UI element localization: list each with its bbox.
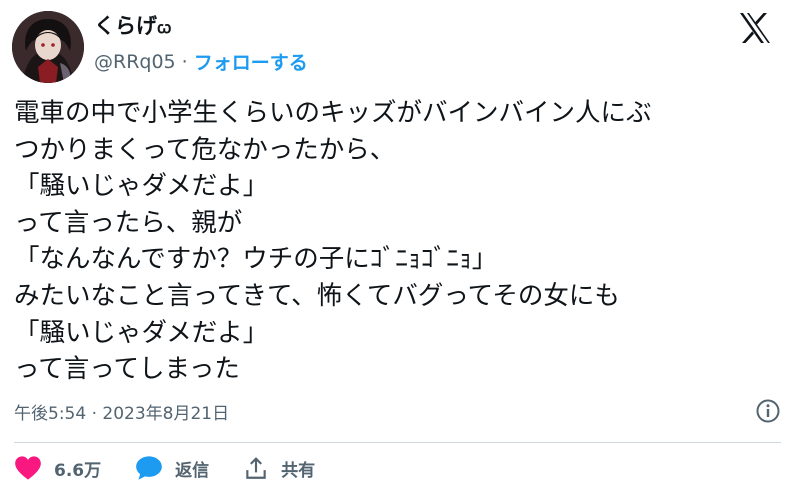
tweet-timestamp[interactable]: 午後5:54 · 2023年8月21日	[14, 399, 229, 424]
separator: ·	[181, 50, 188, 73]
tweet-line: って言ったら、親が	[14, 207, 243, 238]
like-count: 6.6万	[54, 460, 102, 481]
heart-icon	[15, 456, 41, 480]
action-bar: 6.6万 返信 共有	[14, 455, 349, 481]
display-name-text: くらげ	[94, 14, 157, 38]
tweet-line: 「騒いじゃダメだよ」	[14, 171, 269, 202]
share-label: 共有	[281, 460, 316, 481]
reply-bubble-icon	[136, 456, 162, 480]
share-icon	[246, 457, 266, 479]
divider	[14, 442, 781, 443]
tweet-line: って言ってしまった	[14, 354, 240, 385]
tweet-line: 「なんなんですか？ウチの子にｺﾞﾆｮｺﾞﾆｮ」	[14, 244, 498, 275]
x-logo-icon[interactable]	[737, 10, 773, 46]
tweet-line: 電車の中で小学生くらいのキッズがバインバイン人にぶ	[14, 98, 652, 128]
follow-button[interactable]: フォローする	[194, 48, 308, 75]
tweet-line: つかりまくって危なかったから、	[14, 134, 396, 165]
reply-label: 返信	[175, 460, 210, 481]
display-name-badge: ꞷ	[157, 18, 172, 37]
info-icon[interactable]	[755, 398, 781, 424]
reply-button[interactable]: 返信	[135, 455, 209, 481]
like-button[interactable]: 6.6万	[14, 455, 101, 481]
share-button[interactable]: 共有	[243, 455, 315, 481]
user-handle[interactable]: @RRq05	[94, 51, 176, 73]
tweet-text: 電車の中で小学生くらいのキッズがバインバイン人にぶ つかりまくって危なかったから、…	[14, 95, 784, 388]
avatar[interactable]	[12, 11, 84, 83]
display-name[interactable]: くらげꞷ	[94, 10, 171, 40]
handle-row: @RRq05 · フォローする	[94, 48, 308, 75]
tweet-line: 「騒いじゃダメだよ」	[14, 317, 269, 348]
tweet-line: みたいなこと言ってきて、怖くてバグってその女にも	[14, 280, 620, 311]
avatar-image	[12, 11, 84, 83]
